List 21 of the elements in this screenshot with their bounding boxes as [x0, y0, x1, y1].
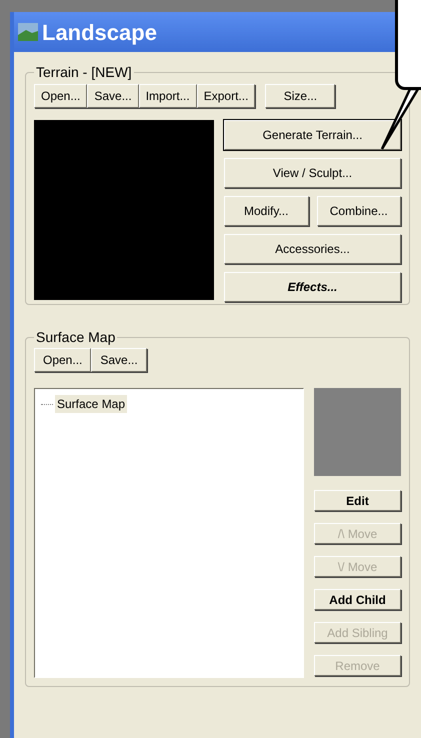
button[interactable]: Modify... — [224, 196, 308, 226]
button[interactable]: Open... — [34, 84, 88, 108]
button[interactable]: Accessories... — [224, 234, 401, 264]
tree-item[interactable]: Surface Map — [55, 395, 128, 413]
button[interactable]: Generate Terrain... — [224, 120, 401, 150]
window-title: Landscape — [42, 18, 157, 47]
button[interactable]: View / Sculpt... — [224, 158, 401, 188]
button[interactable]: Add Child — [314, 589, 401, 610]
group-title: Surface Map — [35, 328, 116, 347]
button[interactable]: Save... — [91, 348, 147, 372]
button[interactable]: Effects... — [224, 272, 401, 302]
callout-pointer — [380, 89, 421, 151]
button[interactable]: Edit — [314, 490, 401, 511]
button[interactable]: Save... — [87, 84, 139, 108]
button[interactable]: Size... — [265, 84, 336, 108]
landscape-icon — [18, 23, 38, 41]
button[interactable]: Import... — [138, 84, 197, 108]
button[interactable]: Open... — [34, 348, 92, 372]
group-title: Terrain - [NEW] — [35, 63, 133, 82]
button[interactable]: Export... — [196, 84, 256, 108]
button[interactable]: Combine... — [316, 196, 401, 226]
